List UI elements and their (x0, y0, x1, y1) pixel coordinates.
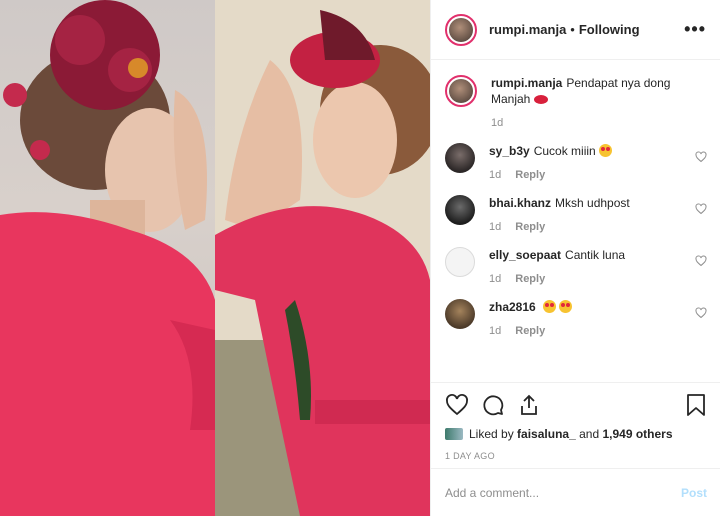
comment-avatar[interactable] (445, 299, 475, 329)
like-comment-icon[interactable] (695, 151, 707, 163)
comment-username[interactable]: elly_soepaat (489, 248, 561, 262)
heart-eyes-emoji (599, 144, 613, 157)
comment-time[interactable]: 1d (489, 169, 501, 181)
liker-username[interactable]: faisaluna_ (517, 427, 576, 441)
comments-list[interactable]: rumpi.manja Pendapat nya dong Manjah 1d s… (431, 61, 720, 381)
post-image[interactable] (0, 0, 430, 516)
lips-icon (533, 95, 548, 104)
likes-summary: Liked by faisaluna_ and 1,949 others (445, 427, 707, 441)
add-comment-bar: Post (431, 468, 720, 516)
comment-item: sy_b3y Cucok miiin 1d Reply (445, 143, 707, 181)
comment-username[interactable]: zha2816 (489, 300, 536, 314)
comment-avatar[interactable] (445, 195, 475, 225)
comment-avatar[interactable] (445, 247, 475, 277)
reply-button[interactable]: Reply (515, 169, 545, 181)
caption-avatar[interactable] (445, 75, 477, 107)
photo-right-illustration (215, 0, 430, 516)
share-icon[interactable] (517, 393, 541, 417)
reply-button[interactable]: Reply (515, 273, 545, 285)
like-heart-icon[interactable] (445, 393, 469, 417)
photo-left-illustration (0, 0, 215, 516)
caption-username[interactable]: rumpi.manja (491, 76, 562, 90)
comment-time[interactable]: 1d (489, 221, 501, 233)
comment-item: zha2816 1d Reply (445, 299, 707, 337)
comment-username[interactable]: bhai.khanz (489, 196, 551, 210)
author-username[interactable]: rumpi.manja (489, 22, 566, 37)
likes-count[interactable]: 1,949 others (602, 427, 672, 441)
heart-eyes-emoji (559, 300, 573, 313)
header-separator: • (570, 22, 575, 37)
comment-bubble-icon[interactable] (481, 393, 505, 417)
comment-text: Cucok miiin (533, 144, 596, 158)
post-timestamp[interactable]: 1 DAY AGO (445, 451, 707, 461)
comment-input[interactable] (445, 485, 681, 500)
caption-time[interactable]: 1d (491, 117, 503, 129)
heart-eyes-emoji (543, 300, 557, 313)
like-comment-icon[interactable] (695, 203, 707, 215)
post-sidebar: rumpi.manja • Following ••• rumpi.manja P… (430, 0, 720, 516)
comment-text: Mksh udhpost (555, 196, 630, 210)
reply-button[interactable]: Reply (515, 325, 545, 337)
more-options-icon[interactable]: ••• (684, 19, 706, 40)
comment-text: Cantik luna (565, 248, 626, 262)
comment-item: elly_soepaat Cantik luna 1d Reply (445, 247, 707, 285)
post-header: rumpi.manja • Following ••• (431, 0, 720, 60)
bookmark-icon[interactable] (685, 393, 707, 417)
caption: rumpi.manja Pendapat nya dong Manjah 1d (445, 75, 707, 129)
following-button[interactable]: Following (579, 22, 640, 37)
post-comment-button[interactable]: Post (681, 486, 707, 500)
likes-and: and (579, 427, 600, 441)
likes-prefix: Liked by (469, 427, 514, 441)
like-comment-icon[interactable] (695, 255, 707, 267)
like-comment-icon[interactable] (695, 307, 707, 319)
comment-time[interactable]: 1d (489, 273, 501, 285)
comment-username[interactable]: sy_b3y (489, 144, 530, 158)
post-actions: Liked by faisaluna_ and 1,949 others 1 D… (431, 382, 720, 461)
comment-item: bhai.khanz Mksh udhpost 1d Reply (445, 195, 707, 233)
liker-avatar[interactable] (445, 428, 463, 440)
comment-avatar[interactable] (445, 143, 475, 173)
photo-right-woman (215, 0, 430, 516)
comment-time[interactable]: 1d (489, 325, 501, 337)
reply-button[interactable]: Reply (515, 221, 545, 233)
author-avatar[interactable] (445, 13, 477, 46)
photo-left-woman (0, 0, 215, 516)
